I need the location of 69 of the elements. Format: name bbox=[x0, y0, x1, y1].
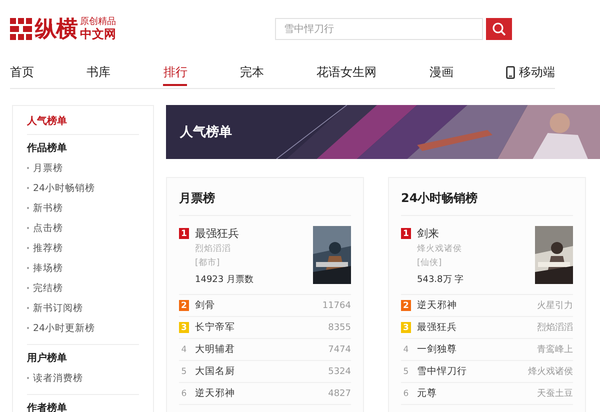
book-title[interactable]: 雪中悍刀行 bbox=[417, 365, 467, 378]
nav-tab[interactable]: 漫画 bbox=[429, 62, 454, 86]
logo-icon bbox=[10, 18, 32, 40]
row-value: 青鸾峰上 bbox=[537, 344, 573, 356]
book-title[interactable]: 元尊 bbox=[417, 387, 437, 400]
card-title: 月票榜 bbox=[179, 190, 351, 216]
row-value: 烽火戏诸侯 bbox=[528, 366, 573, 378]
sidebar-item[interactable]: 24小时更新榜 bbox=[33, 322, 96, 334]
nav-tab[interactable]: 书库 bbox=[86, 62, 111, 86]
rank-badge: 3 bbox=[179, 322, 189, 333]
book-title[interactable]: 一剑独尊 bbox=[417, 343, 457, 356]
nav-tab[interactable]: 花语女生网 bbox=[316, 62, 377, 86]
row-value: 火星引力 bbox=[537, 300, 573, 312]
row-value: 8355 bbox=[328, 322, 351, 332]
book-title[interactable]: 大明辅君 bbox=[195, 343, 235, 356]
rank-number: 6 bbox=[402, 388, 410, 399]
card-title: 24小时畅销榜 bbox=[401, 190, 573, 216]
book-title[interactable]: 逆天邪神 bbox=[417, 299, 457, 312]
sidebar-heading: 用户榜单 bbox=[27, 351, 68, 365]
search-icon bbox=[492, 22, 506, 36]
logo-text: 纵横 bbox=[35, 16, 77, 44]
rank-number: 6 bbox=[180, 388, 188, 399]
book-title[interactable]: 最强狂兵 bbox=[195, 226, 254, 241]
banner-title: 人气榜单 bbox=[180, 124, 232, 141]
book-stat: 543.8万 字 bbox=[417, 274, 464, 286]
book-title[interactable]: 剑来 bbox=[417, 226, 464, 241]
sidebar-heading: 作品榜单 bbox=[27, 142, 68, 155]
rank-badge: 2 bbox=[179, 300, 189, 311]
sidebar-item[interactable]: 完结榜 bbox=[33, 282, 63, 294]
nav-tab[interactable]: 移动端 bbox=[506, 62, 555, 86]
rank-number: 4 bbox=[402, 344, 410, 355]
row-value: 4827 bbox=[328, 388, 351, 398]
sidebar-item[interactable]: 新书订阅榜 bbox=[33, 302, 83, 314]
sidebar-item[interactable]: 月票榜 bbox=[33, 162, 63, 174]
search-field[interactable]: 雪中悍刀行 bbox=[275, 18, 483, 40]
logo-subtitle: 中文网 bbox=[80, 28, 116, 40]
rank-badge: 1 bbox=[179, 228, 189, 239]
nav-tab[interactable]: 完本 bbox=[240, 62, 264, 86]
rank-number: 5 bbox=[180, 366, 188, 377]
book-title[interactable]: 逆天邪神 bbox=[195, 387, 235, 400]
book-stat: 14923 月票数 bbox=[195, 274, 254, 286]
search-button[interactable] bbox=[486, 18, 512, 40]
book-title[interactable]: 剑骨 bbox=[195, 299, 215, 312]
book-title[interactable]: 大国名厨 bbox=[195, 365, 235, 378]
sidebar-item[interactable]: 推荐榜 bbox=[33, 242, 63, 254]
rank-badge: 2 bbox=[401, 300, 411, 311]
row-value: 天蚕土豆 bbox=[537, 388, 573, 400]
nav-tab[interactable]: 排行 bbox=[163, 62, 188, 86]
book-title[interactable]: 长宁帝军 bbox=[195, 321, 235, 334]
genre-label: [仙侠] bbox=[417, 257, 443, 269]
genre-label: [都市] bbox=[195, 257, 221, 269]
sidebar-item[interactable]: 新书榜 bbox=[33, 202, 63, 214]
row-value: 11764 bbox=[322, 300, 351, 310]
rank-number: 4 bbox=[180, 344, 188, 355]
book-title[interactable]: 最强狂兵 bbox=[417, 321, 457, 334]
sidebar-item[interactable]: 捧场榜 bbox=[33, 262, 63, 274]
row-value: 7474 bbox=[328, 344, 351, 354]
sidebar-title[interactable]: 人气榜单 bbox=[27, 114, 139, 135]
logo-tagline: 原创精品 bbox=[80, 18, 116, 27]
sidebar-item[interactable]: 点击榜 bbox=[33, 222, 63, 234]
row-value: 烈焰滔滔 bbox=[537, 322, 573, 334]
rank-number: 5 bbox=[402, 366, 410, 377]
rank-badge: 3 bbox=[401, 322, 411, 333]
row-value: 5324 bbox=[328, 366, 351, 376]
nav-tab[interactable]: 首页 bbox=[10, 62, 34, 86]
rank-badge: 1 bbox=[401, 228, 411, 239]
phone-icon bbox=[506, 66, 515, 79]
sidebar-item[interactable]: 读者消费榜 bbox=[33, 372, 83, 384]
sidebar-item[interactable]: 24小时畅销榜 bbox=[33, 182, 96, 194]
